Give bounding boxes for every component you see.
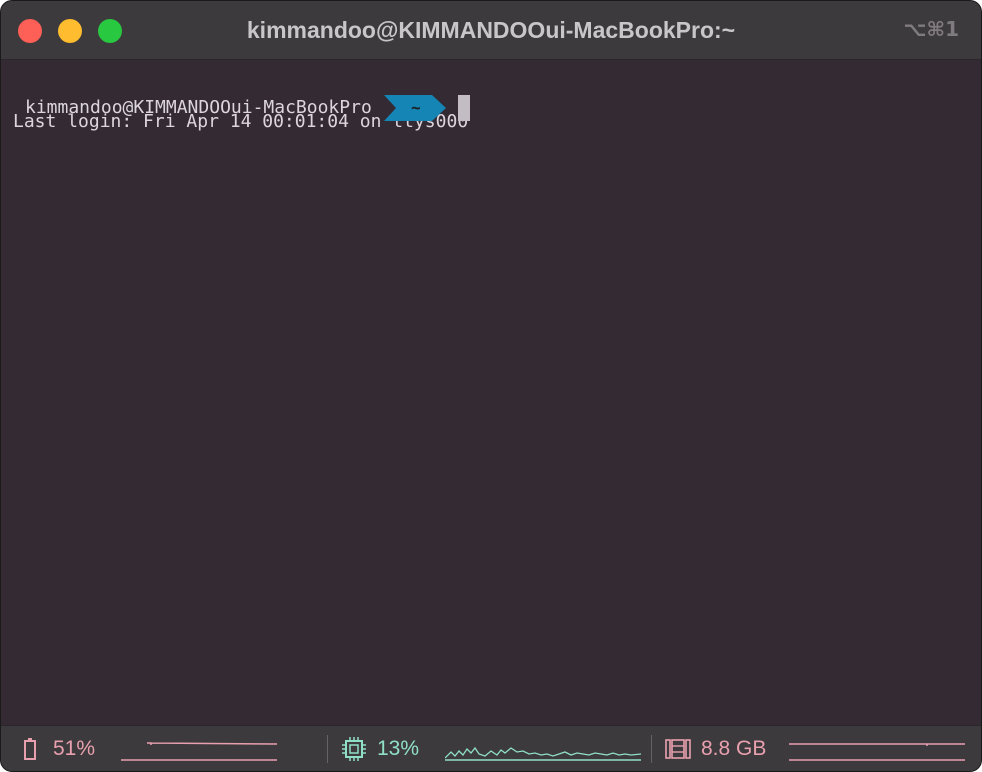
prompt-directory-segment: ~ <box>383 94 446 121</box>
memory-sparkline <box>789 743 965 761</box>
prompt-user-host: kimmandoo@KIMMANDOOui-MacBookPro <box>25 97 372 118</box>
status-bar: 51% 13% 8.8 GB <box>1 725 981 771</box>
terminal-window: kimmandoo@KIMMANDOOui-MacBookPro:~ ⌥⌘1 L… <box>0 0 982 772</box>
prompt-line[interactable]: kimmandoo@KIMMANDOOui-MacBookPro ~ <box>25 93 470 122</box>
window-shortcut: ⌥⌘1 <box>903 17 959 41</box>
cpu-sparkline <box>445 746 642 761</box>
battery-value: 51% <box>53 737 96 760</box>
status-separator <box>327 735 328 763</box>
battery-icon <box>24 738 36 760</box>
memory-icon <box>665 739 691 759</box>
cpu-icon <box>342 737 366 761</box>
cpu-value: 13% <box>377 737 420 760</box>
window-title: kimmandoo@KIMMANDOOui-MacBookPro:~ <box>246 17 736 43</box>
battery-sparkline <box>121 742 278 761</box>
memory-value: 8.8 GB <box>701 737 767 760</box>
prompt-directory: ~ <box>410 97 421 117</box>
text-cursor <box>457 94 470 121</box>
title-bar[interactable]: kimmandoo@KIMMANDOOui-MacBookPro:~ ⌥⌘1 <box>1 1 981 60</box>
status-separator <box>651 735 652 763</box>
